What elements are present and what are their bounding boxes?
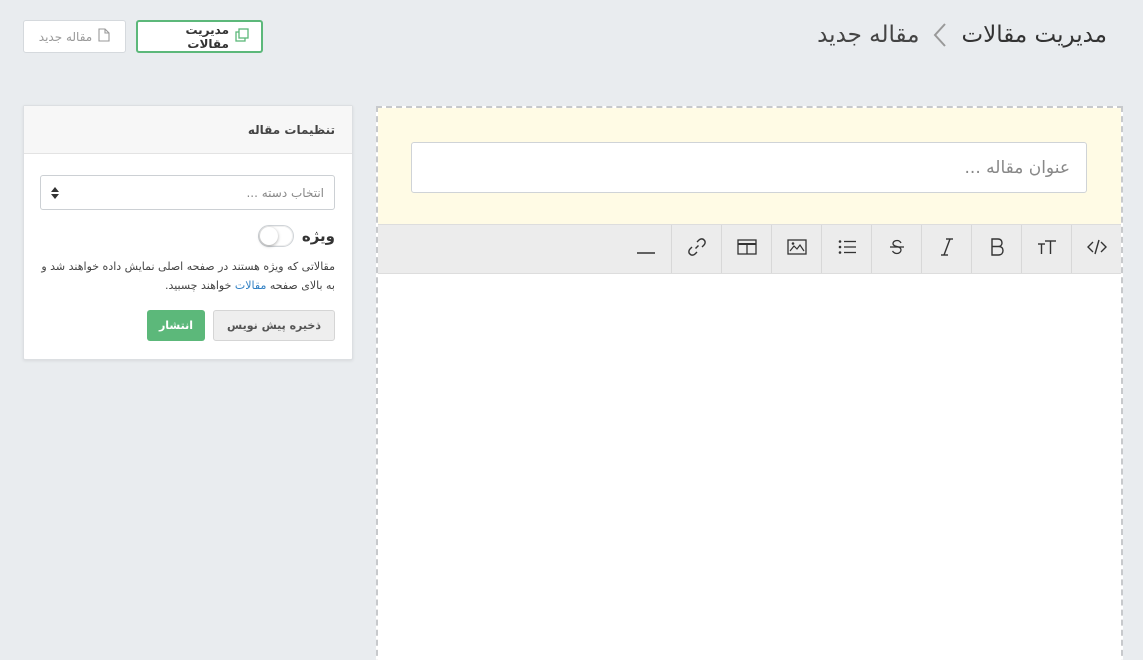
help-text-end: خواهند چسبید. [164, 279, 235, 292]
text-size-icon [1037, 238, 1057, 260]
horizontal-rule-icon [637, 238, 655, 260]
category-select[interactable]: انتخاب دسته ... [40, 175, 335, 210]
category-placeholder: انتخاب دسته ... [246, 185, 324, 200]
manage-articles-button[interactable]: مدیریت مقالات [136, 20, 263, 53]
file-icon [98, 28, 110, 45]
publish-button[interactable]: انتشار [147, 310, 205, 341]
featured-toggle[interactable] [257, 225, 294, 247]
toolbar-table[interactable] [721, 225, 771, 273]
toolbar-italic[interactable] [921, 225, 971, 273]
article-settings-panel: تنظیمات مقاله انتخاب دسته ... ویژه مقالا… [23, 105, 353, 360]
toolbar-image[interactable] [771, 225, 821, 273]
toolbar-bold[interactable] [971, 225, 1021, 273]
sort-arrows-icon [51, 186, 59, 199]
breadcrumb-root[interactable]: مدیریت مقالات [961, 22, 1107, 48]
toolbar-strikethrough[interactable] [871, 225, 921, 273]
image-icon [786, 238, 807, 260]
articles-link[interactable]: مقالات [235, 279, 266, 292]
save-draft-button[interactable]: ذخیره پیش نویس [213, 310, 335, 341]
top-actions: مدیریت مقالات مقاله جدید [23, 20, 263, 53]
title-area [378, 108, 1121, 224]
table-icon [736, 238, 757, 260]
toolbar-code-view[interactable] [1071, 225, 1121, 273]
editor-toolbar [378, 224, 1121, 274]
article-title-input[interactable] [411, 142, 1087, 193]
list-icon [838, 238, 856, 260]
editor-content-area[interactable] [378, 274, 1121, 660]
featured-label: ویژه [301, 227, 335, 245]
breadcrumb-current: مقاله جدید [817, 22, 920, 48]
article-editor [376, 106, 1123, 660]
breadcrumb: مدیریت مقالات مقاله جدید [817, 22, 1107, 48]
panel-title: تنظیمات مقاله [24, 106, 352, 154]
code-icon [1086, 238, 1107, 260]
bold-icon [990, 237, 1004, 261]
chevron-left-icon [933, 22, 947, 48]
new-article-button[interactable]: مقاله جدید [23, 20, 126, 53]
toolbar-font-size[interactable] [1021, 225, 1071, 273]
link-icon [687, 237, 706, 261]
featured-help-text: مقالاتی که ویژه هستند در صفحه اصلی نمایش… [41, 257, 335, 295]
toggle-knob [259, 227, 278, 245]
panel-body: انتخاب دسته ... ویژه مقالاتی که ویژه هست… [24, 154, 352, 341]
featured-row: ویژه [41, 225, 335, 247]
toolbar-horizontal-rule[interactable] [621, 225, 671, 273]
italic-icon [940, 237, 953, 261]
new-article-label: مقاله جدید [38, 29, 93, 44]
toolbar-link[interactable] [671, 225, 721, 273]
copy-icon [235, 28, 249, 45]
manage-articles-label: مدیریت مقالات [185, 22, 229, 51]
toolbar-list[interactable] [821, 225, 871, 273]
strikethrough-icon [889, 238, 904, 260]
panel-actions: ذخیره پیش نویس انتشار [41, 310, 335, 341]
